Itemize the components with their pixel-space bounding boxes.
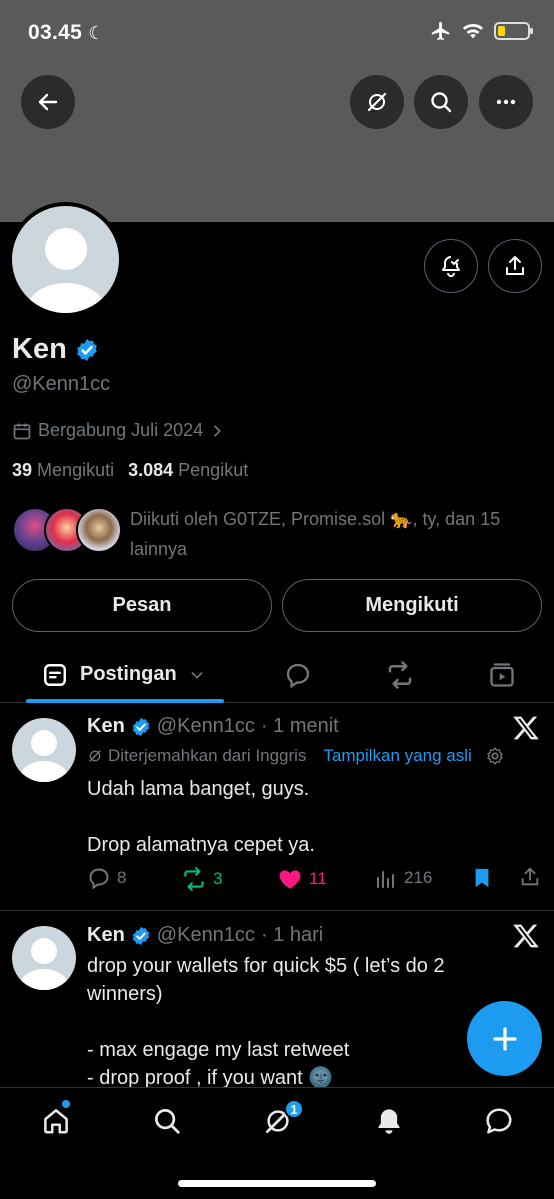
x-logo-icon[interactable] (512, 714, 540, 742)
x-logo-icon[interactable] (512, 922, 540, 950)
profile-avatar[interactable] (8, 202, 123, 317)
more-icon (496, 99, 516, 105)
back-button[interactable] (21, 75, 75, 129)
wifi-icon (462, 23, 484, 39)
chevron-down-icon (191, 671, 203, 679)
tab-posts-label: Postingan (80, 663, 177, 685)
status-icons (430, 20, 533, 42)
notify-button[interactable] (424, 239, 478, 293)
followed-by-row[interactable]: Diikuti oleh G0TZE, Promise.sol 🐆, ty, d… (12, 505, 542, 564)
analytics-icon (377, 871, 394, 888)
mutual-avatars (12, 507, 124, 555)
heart-icon (279, 870, 301, 889)
grok-icon (89, 750, 101, 762)
post-time: · 1 hari (260, 924, 324, 946)
like-count: 11 (309, 869, 327, 888)
nav-home[interactable] (39, 1104, 73, 1138)
status-bar: 03.45 ☾ (0, 0, 554, 66)
share-icon (521, 867, 539, 886)
following-button[interactable]: Mengikuti (282, 579, 542, 632)
tab-media[interactable] (485, 658, 519, 692)
message-icon (486, 1108, 512, 1134)
followers-link[interactable]: 3.084 Pengikut (128, 460, 248, 481)
verified-badge-icon[interactable] (131, 926, 151, 946)
post-author-name[interactable]: Ken (87, 715, 125, 738)
translation-note: Diterjemahkan dari Inggris Tampilkan yan… (87, 746, 505, 766)
post-author-name[interactable]: Ken (87, 924, 125, 947)
media-icon (490, 663, 514, 687)
tab-posts[interactable]: Postingan (26, 646, 224, 703)
verified-badge-icon[interactable] (131, 717, 151, 737)
like-button[interactable]: 11 (277, 866, 327, 892)
post-avatar[interactable] (12, 926, 76, 990)
posts-icon (44, 663, 66, 686)
post-avatar[interactable] (12, 718, 76, 782)
post-text: Udah lama banget, guys. Drop alamatnya c… (87, 778, 315, 856)
profile-name-text: Ken (12, 333, 67, 365)
settings-icon[interactable] (485, 746, 505, 766)
profile-name: Ken (12, 333, 99, 366)
joined-date[interactable]: Bergabung Juli 2024 (12, 420, 225, 441)
following-link[interactable]: 39 Mengikuti (12, 460, 114, 481)
grok-button[interactable] (350, 75, 404, 129)
reply-icon (89, 868, 109, 890)
tab-replies[interactable] (281, 658, 315, 692)
reply-count: 8 (117, 868, 127, 887)
search-icon (155, 1109, 180, 1134)
repost-button[interactable]: 3 (181, 866, 222, 892)
grok-icon (367, 92, 387, 112)
post-header: Ken @Kenn1cc · 1 hari (87, 924, 323, 947)
reply-button[interactable]: 8 (87, 866, 126, 890)
views-button[interactable]: 216 (374, 866, 432, 890)
repost-icon (184, 867, 204, 891)
verified-badge-icon[interactable] (75, 338, 99, 362)
notification-badge: 1 (284, 1099, 304, 1119)
home-indicator[interactable] (178, 1180, 376, 1187)
battery-icon (494, 22, 533, 40)
bell-check-icon (442, 256, 460, 277)
post-author-handle[interactable]: @Kenn1cc (157, 715, 255, 738)
search-button[interactable] (414, 75, 468, 129)
followed-by-text: Diikuti oleh G0TZE, Promise.sol 🐆, ty, d… (130, 509, 501, 559)
share-button[interactable] (488, 239, 542, 293)
home-icon (44, 1109, 68, 1134)
repost-icon (388, 661, 412, 689)
follow-counts: 39 Mengikuti 3.084 Pengikut (12, 460, 248, 481)
post-text: drop your wallets for quick $5 ( let’s d… (87, 955, 445, 1089)
status-time: 03.45 ☾ (28, 21, 105, 44)
post-actions: 8 3 11 216 (87, 866, 547, 894)
compose-button[interactable] (467, 1001, 542, 1076)
views-count: 216 (404, 868, 433, 887)
show-original-link[interactable]: Tampilkan yang asli (323, 746, 471, 766)
plus-icon (492, 1026, 517, 1051)
bookmark-icon (475, 868, 489, 888)
post-header: Ken @Kenn1cc · 1 menit (87, 715, 339, 738)
nav-messages[interactable] (482, 1104, 516, 1138)
message-button[interactable]: Pesan (12, 579, 272, 632)
chevron-right-icon (214, 425, 221, 436)
share-icon (506, 256, 524, 275)
translated-text: Diterjemahkan dari Inggris (108, 746, 307, 765)
post-author-handle[interactable]: @Kenn1cc (157, 924, 255, 947)
home-unread-dot (62, 1100, 70, 1108)
calendar-icon (13, 423, 31, 439)
profile-handle: @Kenn1cc (12, 373, 111, 395)
arrow-left-icon (38, 93, 58, 111)
post-share-button[interactable] (519, 866, 541, 888)
more-button[interactable] (479, 75, 533, 129)
nav-notifications[interactable] (372, 1104, 406, 1138)
airplane-icon (431, 21, 450, 41)
search-icon (431, 92, 452, 113)
bell-icon (378, 1109, 400, 1134)
nav-search[interactable] (150, 1104, 184, 1138)
mutual-avatar (76, 507, 122, 553)
profile-tabs: Postingan (0, 646, 554, 703)
post-time: · 1 menit (260, 715, 339, 737)
tab-reposts[interactable] (383, 658, 417, 692)
bookmark-button[interactable] (471, 866, 493, 890)
repost-count: 3 (213, 869, 223, 888)
reply-icon (286, 663, 310, 689)
joined-text: Bergabung Juli 2024 (38, 420, 204, 440)
